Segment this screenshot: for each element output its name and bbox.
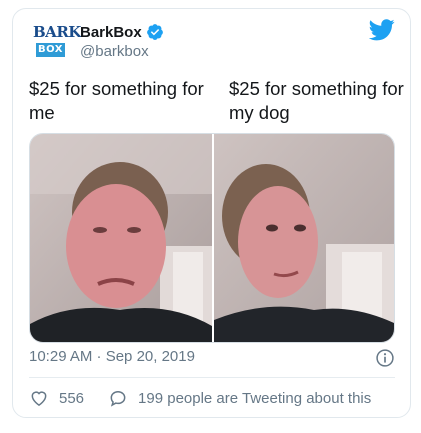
photo-left-image (30, 134, 212, 342)
conversation-text: 199 people are Tweeting about this (138, 389, 372, 407)
tweet-actions: 556 199 people are Tweeting about this (29, 386, 371, 410)
avatar-logo-bottom: BOX (36, 43, 65, 57)
like-button[interactable]: 556 (29, 388, 84, 408)
avatar[interactable]: BARK BOX (33, 22, 81, 62)
photo-right-image (214, 134, 394, 342)
author-handle[interactable]: @barkbox (80, 43, 149, 60)
display-name[interactable]: BarkBox (80, 24, 142, 41)
caption-right: $25 for something for my dog (229, 78, 404, 123)
tweet-timestamp[interactable]: 10:29 AM · Sep 20, 2019 (29, 348, 195, 365)
info-icon[interactable] (375, 348, 395, 368)
verified-badge-icon (146, 24, 163, 40)
twitter-bird-icon[interactable] (369, 19, 395, 41)
photo-left[interactable] (30, 134, 212, 342)
divider (29, 377, 395, 378)
media-grid[interactable] (29, 133, 395, 343)
reply-bubble-icon (110, 390, 126, 407)
avatar-logo-top: BARK (33, 23, 81, 41)
heart-icon (31, 391, 47, 406)
photo-right[interactable] (214, 134, 394, 342)
caption-left: $25 for something for me (29, 78, 204, 123)
author-name-row[interactable]: BarkBox (80, 22, 164, 42)
conversation-link[interactable]: 199 people are Tweeting about this (108, 388, 371, 408)
like-count: 556 (59, 389, 85, 407)
tweet-card[interactable]: BARK BOX BarkBox @barkbox $25 for someth… (12, 8, 411, 418)
